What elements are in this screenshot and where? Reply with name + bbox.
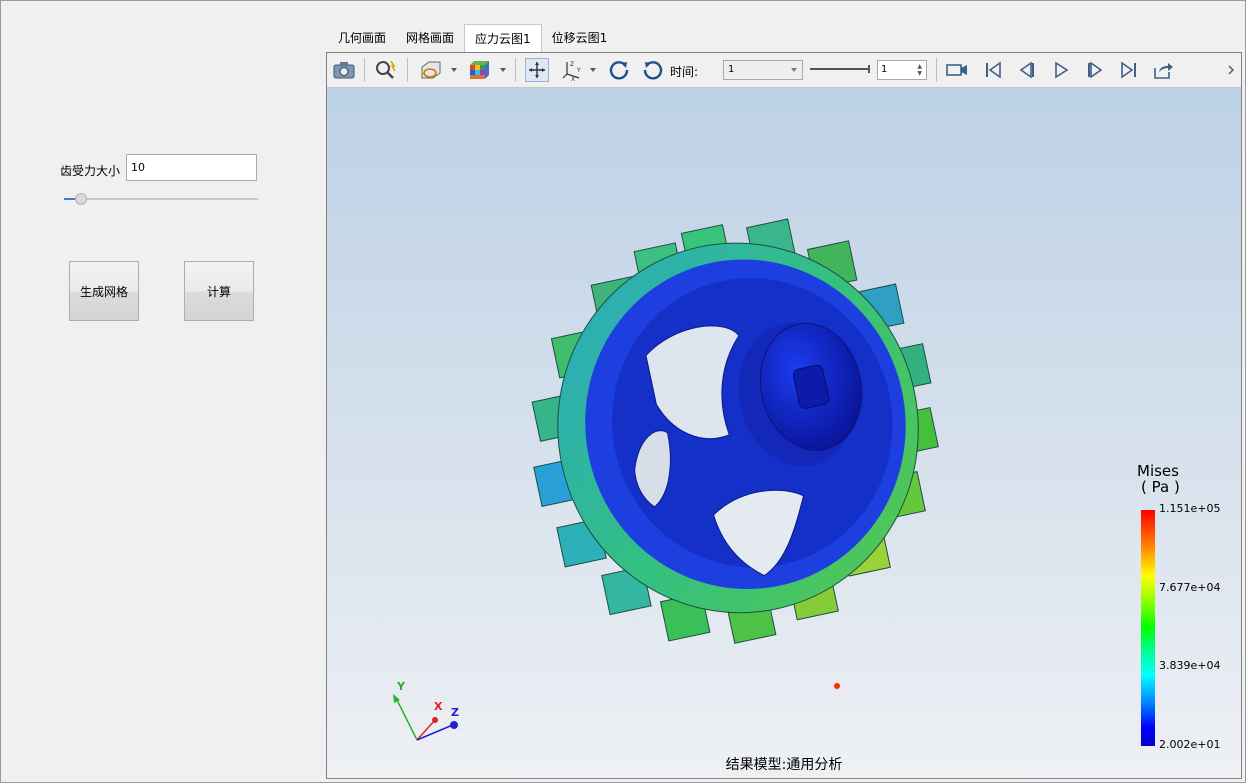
first-frame-icon[interactable] xyxy=(981,58,1005,82)
fit-view-icon[interactable] xyxy=(525,58,549,82)
rotate-right-icon[interactable] xyxy=(641,58,665,82)
svg-text:X: X xyxy=(571,76,575,82)
time-select[interactable]: 1 xyxy=(723,60,803,80)
legend-title: Mises ( Pa ) xyxy=(1137,463,1180,495)
chevron-down-icon[interactable] xyxy=(451,68,457,72)
render-canvas[interactable]: Y X Z Mises ( Pa ) 1.151e+05 7.677e+04 3… xyxy=(327,88,1241,778)
record-icon[interactable] xyxy=(945,58,969,82)
legend-title-unit: ( Pa ) xyxy=(1141,478,1180,496)
play-icon[interactable] xyxy=(1049,58,1073,82)
slider-track xyxy=(64,198,258,200)
step-value: 1 xyxy=(881,64,888,75)
toolbar-separator xyxy=(936,58,937,82)
force-slider[interactable] xyxy=(64,191,258,207)
time-label: 时间: xyxy=(670,65,699,79)
toolbar-overflow-icon[interactable] xyxy=(1223,58,1239,82)
last-frame-icon[interactable] xyxy=(1117,58,1141,82)
axis-y-label: Y xyxy=(396,680,406,693)
time-slider[interactable] xyxy=(810,65,870,73)
chevron-down-icon xyxy=(791,68,797,72)
force-input[interactable]: 10 xyxy=(126,154,257,181)
tab-geometry[interactable]: 几何画面 xyxy=(328,24,396,52)
svg-text:Z: Z xyxy=(570,61,574,68)
tab-stress[interactable]: 应力云图1 xyxy=(464,24,542,53)
prev-frame-icon[interactable] xyxy=(1015,58,1039,82)
viewer-toolbar: ZYX 时间: 1 1 ▲ ▼ xyxy=(327,53,1241,88)
svg-text:Y: Y xyxy=(576,67,581,74)
step-spinbox[interactable]: 1 ▲ ▼ xyxy=(877,60,927,80)
spin-down-icon[interactable]: ▼ xyxy=(917,71,922,77)
legend-title-name: Mises xyxy=(1137,462,1179,480)
camera-icon[interactable] xyxy=(332,58,356,82)
legend-value-high: 7.677e+04 xyxy=(1159,581,1221,594)
axis-x-label: X xyxy=(434,700,443,713)
chevron-down-icon[interactable] xyxy=(500,68,506,72)
axis-z-label: Z xyxy=(451,706,459,719)
legend-value-min: 2.002e+01 xyxy=(1159,738,1221,751)
toolbar-separator xyxy=(364,58,365,82)
toolbar-separator xyxy=(515,58,516,82)
export-icon[interactable] xyxy=(1151,58,1175,82)
legend-value-max: 1.151e+05 xyxy=(1159,502,1221,515)
legend-colorbar xyxy=(1141,510,1155,746)
compute-button[interactable]: 计算 xyxy=(184,261,254,321)
rotate-left-icon[interactable] xyxy=(607,58,631,82)
result-model-label: 结果模型:通用分析 xyxy=(725,757,843,773)
toolbar-separator xyxy=(407,58,408,82)
result-viewer: ZYX 时间: 1 1 ▲ ▼ Y X Z Mises (Pa) 1.151… xyxy=(326,52,1242,779)
tab-displacement[interactable]: 位移云图1 xyxy=(542,24,618,52)
display-style-icon[interactable] xyxy=(419,58,443,82)
zoom-icon[interactable] xyxy=(374,58,398,82)
generate-mesh-button[interactable]: 生成网格 xyxy=(69,261,139,321)
tab-mesh[interactable]: 网格画面 xyxy=(396,24,464,52)
axis-triad: Y X Z xyxy=(393,680,459,741)
slider-thumb[interactable] xyxy=(75,193,87,205)
view-tabs: 几何画面 网格画面 应力云图1 位移云图1 xyxy=(328,24,617,53)
legend-value-mid: 3.839e+04 xyxy=(1159,659,1221,672)
chevron-down-icon[interactable] xyxy=(590,68,596,72)
gear-model: Y X Z xyxy=(393,218,939,741)
next-frame-icon[interactable] xyxy=(1083,58,1107,82)
force-label: 齿受力大小 xyxy=(60,164,121,178)
time-slider-knob[interactable] xyxy=(868,65,870,73)
axes-icon[interactable]: ZYX xyxy=(560,58,584,82)
colormap-icon[interactable] xyxy=(467,58,491,82)
time-select-value: 1 xyxy=(728,64,735,75)
